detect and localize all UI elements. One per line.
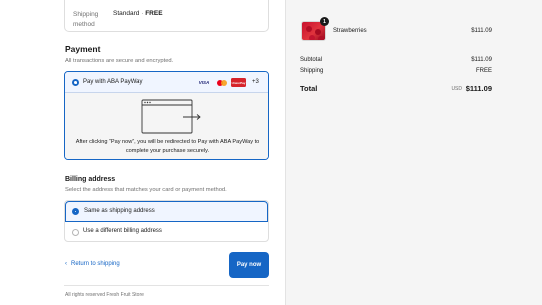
shipping-method-name: Standard: [113, 10, 140, 17]
shipping-label: Shipping: [300, 68, 324, 74]
payment-method-box: Pay with ABA PayWay VISA UnionPay +3 Aft…: [64, 71, 269, 160]
billing-option-same[interactable]: Same as shipping address: [65, 201, 268, 222]
shipping-method-label: Shipping method: [73, 11, 99, 28]
total-currency: USD: [451, 86, 462, 92]
subtotal-value: $111.09: [471, 57, 492, 63]
payment-redirect-panel: After clicking “Pay now”, you will be re…: [65, 93, 268, 159]
footer-divider: [64, 285, 269, 286]
billing-subtitle: Select the address that matches your car…: [65, 187, 227, 193]
footer-text: All rights reserved Fresh Fruit Store: [65, 292, 144, 298]
payment-subtitle: All transactions are secure and encrypte…: [65, 58, 174, 64]
payment-title: Payment: [65, 44, 101, 54]
billing-title: Billing address: [65, 176, 116, 183]
redirect-window-icon: [141, 99, 201, 134]
billing-option-different[interactable]: Use a different billing address: [65, 222, 268, 241]
radio-unselected-icon[interactable]: [72, 229, 79, 236]
checkout-main: Shipping method Standard · FREE Payment …: [0, 0, 285, 305]
unionpay-icon: UnionPay: [231, 78, 246, 87]
quantity-badge: 1: [320, 17, 329, 26]
visa-icon: VISA: [198, 80, 210, 85]
total-label: Total: [300, 84, 318, 93]
product-name: Strawberries: [333, 28, 367, 34]
shipping-summary-card: Shipping method Standard · FREE: [64, 0, 269, 32]
billing-address-options: Same as shipping address Use a different…: [64, 200, 269, 242]
radio-selected-icon[interactable]: [72, 79, 79, 86]
order-summary: [285, 0, 542, 305]
return-to-shipping-link[interactable]: ‹ Return to shipping: [65, 261, 120, 267]
shipping-method-value: Standard · FREE: [113, 10, 163, 17]
redirect-message: After clicking “Pay now”, you will be re…: [75, 139, 260, 154]
product-price: $111.09: [471, 28, 492, 34]
billing-option-label: Same as shipping address: [84, 208, 155, 214]
return-link-label: Return to shipping: [71, 261, 120, 267]
chevron-left-icon: ‹: [65, 261, 67, 267]
shipping-method-price: FREE: [145, 10, 163, 17]
shipping-separator: ·: [141, 10, 144, 17]
billing-option-label: Use a different billing address: [83, 228, 162, 234]
more-cards-count: +3: [252, 79, 259, 85]
payment-option-aba-payway[interactable]: Pay with ABA PayWay VISA UnionPay +3: [65, 72, 268, 93]
mastercard-icon: [215, 78, 229, 87]
shipping-value: FREE: [475, 68, 492, 74]
total-value: $111.09: [465, 84, 492, 93]
payment-option-label: Pay with ABA PayWay: [83, 79, 143, 85]
radio-selected-icon[interactable]: [72, 208, 79, 215]
subtotal-label: Subtotal: [300, 57, 323, 63]
pay-now-button[interactable]: Pay now: [229, 252, 269, 278]
